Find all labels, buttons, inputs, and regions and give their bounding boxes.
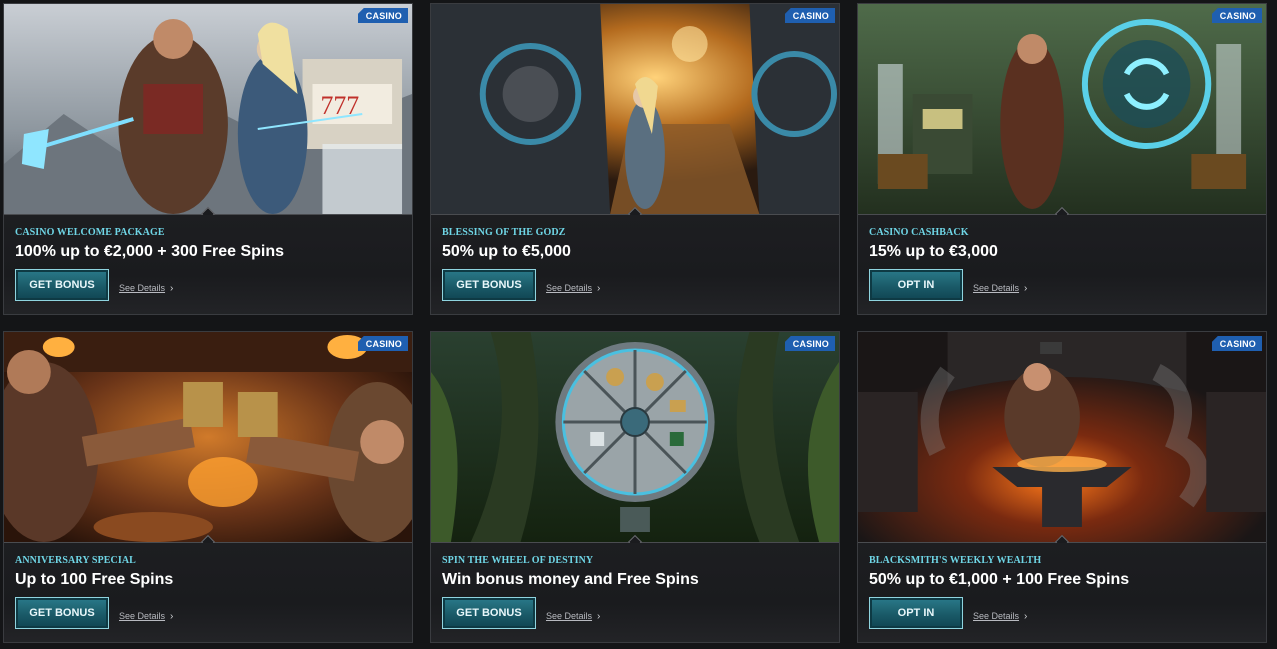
casino-badge: CASINO: [357, 8, 408, 23]
promo-card-body: CASINO WELCOME PACKAGE 100% up to €2,000…: [4, 215, 412, 314]
promo-card-wheel-of-destiny[interactable]: CASINO SPIN THE WHEEL OF DESTINY Win bon…: [430, 331, 840, 643]
promo-card-anniversary-special[interactable]: CASINO ANNIVERSARY SPECIAL Up to 100 Fre…: [3, 331, 413, 643]
casino-badge: CASINO: [357, 336, 408, 351]
promo-headline: 50% up to €5,000: [442, 243, 571, 260]
chevron-right-icon: ›: [170, 611, 174, 622]
chevron-right-icon: ›: [597, 611, 601, 622]
promo-headline: 50% up to €1,000 + 100 Free Spins: [869, 571, 1130, 588]
promo-subtitle: ANNIVERSARY SPECIAL: [15, 555, 136, 566]
see-details-label[interactable]: See Details: [119, 283, 165, 293]
promo-card-body: ANNIVERSARY SPECIAL Up to 100 Free Spins…: [4, 543, 412, 642]
see-details-link[interactable]: See Details ›: [119, 283, 173, 294]
promo-card-cashback[interactable]: CASINO CASINO CASHBACK 15% up to €3,000 …: [857, 3, 1267, 315]
promo-card-blacksmiths-weekly-wealth[interactable]: CASINO BLACKSMITH'S WEEKLY WEALTH 50% up…: [857, 331, 1267, 643]
chevron-right-icon: ›: [597, 283, 601, 294]
see-details-label[interactable]: See Details: [973, 611, 1019, 621]
promo-image-feast-toast[interactable]: [4, 332, 412, 542]
get-bonus-button[interactable]: GET BONUS: [442, 269, 536, 301]
casino-badge: CASINO: [1211, 336, 1262, 351]
promo-card-blessing-of-the-godz[interactable]: CASINO BLESSING OF THE GODZ 50% up to €5…: [430, 3, 840, 315]
opt-in-button[interactable]: OPT IN: [869, 597, 963, 629]
see-details-link[interactable]: See Details ›: [546, 283, 600, 294]
see-details-link[interactable]: See Details ›: [973, 283, 1027, 294]
see-details-label[interactable]: See Details: [546, 611, 592, 621]
see-details-label[interactable]: See Details: [973, 283, 1019, 293]
promo-subtitle: CASINO CASHBACK: [869, 227, 969, 238]
promo-image-forge[interactable]: [858, 332, 1266, 542]
get-bonus-button[interactable]: GET BONUS: [15, 597, 109, 629]
promo-subtitle: CASINO WELCOME PACKAGE: [15, 227, 165, 238]
promo-image-vikings[interactable]: 777: [4, 4, 412, 214]
casino-badge: CASINO: [1211, 8, 1262, 23]
promo-image-treasure-vault[interactable]: [431, 4, 839, 214]
promo-card-welcome-package[interactable]: 777 CASINO CASINO WELCOME PACKAGE 100% u…: [3, 3, 413, 315]
promo-subtitle: BLACKSMITH'S WEEKLY WEALTH: [869, 555, 1042, 566]
promo-subtitle: BLESSING OF THE GODZ: [442, 227, 566, 238]
get-bonus-button[interactable]: GET BONUS: [442, 597, 536, 629]
promo-card-body: CASINO CASHBACK 15% up to €3,000 OPT IN …: [858, 215, 1266, 314]
promo-headline: Up to 100 Free Spins: [15, 571, 174, 588]
chevron-right-icon: ›: [1024, 611, 1028, 622]
casino-badge: CASINO: [784, 336, 835, 351]
promo-image-rune-portal[interactable]: [858, 4, 1266, 214]
see-details-link[interactable]: See Details ›: [119, 611, 173, 622]
promo-headline: 15% up to €3,000: [869, 243, 998, 260]
opt-in-button[interactable]: OPT IN: [869, 269, 963, 301]
promo-card-body: SPIN THE WHEEL OF DESTINY Win bonus mone…: [431, 543, 839, 642]
see-details-label[interactable]: See Details: [119, 611, 165, 621]
casino-badge: CASINO: [784, 8, 835, 23]
see-details-label[interactable]: See Details: [546, 283, 592, 293]
chevron-right-icon: ›: [170, 283, 174, 294]
see-details-link[interactable]: See Details ›: [546, 611, 600, 622]
promo-headline: 100% up to €2,000 + 300 Free Spins: [15, 243, 285, 260]
promo-subtitle: SPIN THE WHEEL OF DESTINY: [442, 555, 594, 566]
promo-card-body: BLACKSMITH'S WEEKLY WEALTH 50% up to €1,…: [858, 543, 1266, 642]
promo-headline: Win bonus money and Free Spins: [442, 571, 699, 588]
see-details-link[interactable]: See Details ›: [973, 611, 1027, 622]
chevron-right-icon: ›: [1024, 283, 1028, 294]
promo-image-stone-wheel[interactable]: [431, 332, 839, 542]
get-bonus-button[interactable]: GET BONUS: [15, 269, 109, 301]
promotions-grid: 777 CASINO CASINO WELCOME PACKAGE 100% u…: [0, 0, 1277, 649]
promo-card-body: BLESSING OF THE GODZ 50% up to €5,000 GE…: [431, 215, 839, 314]
